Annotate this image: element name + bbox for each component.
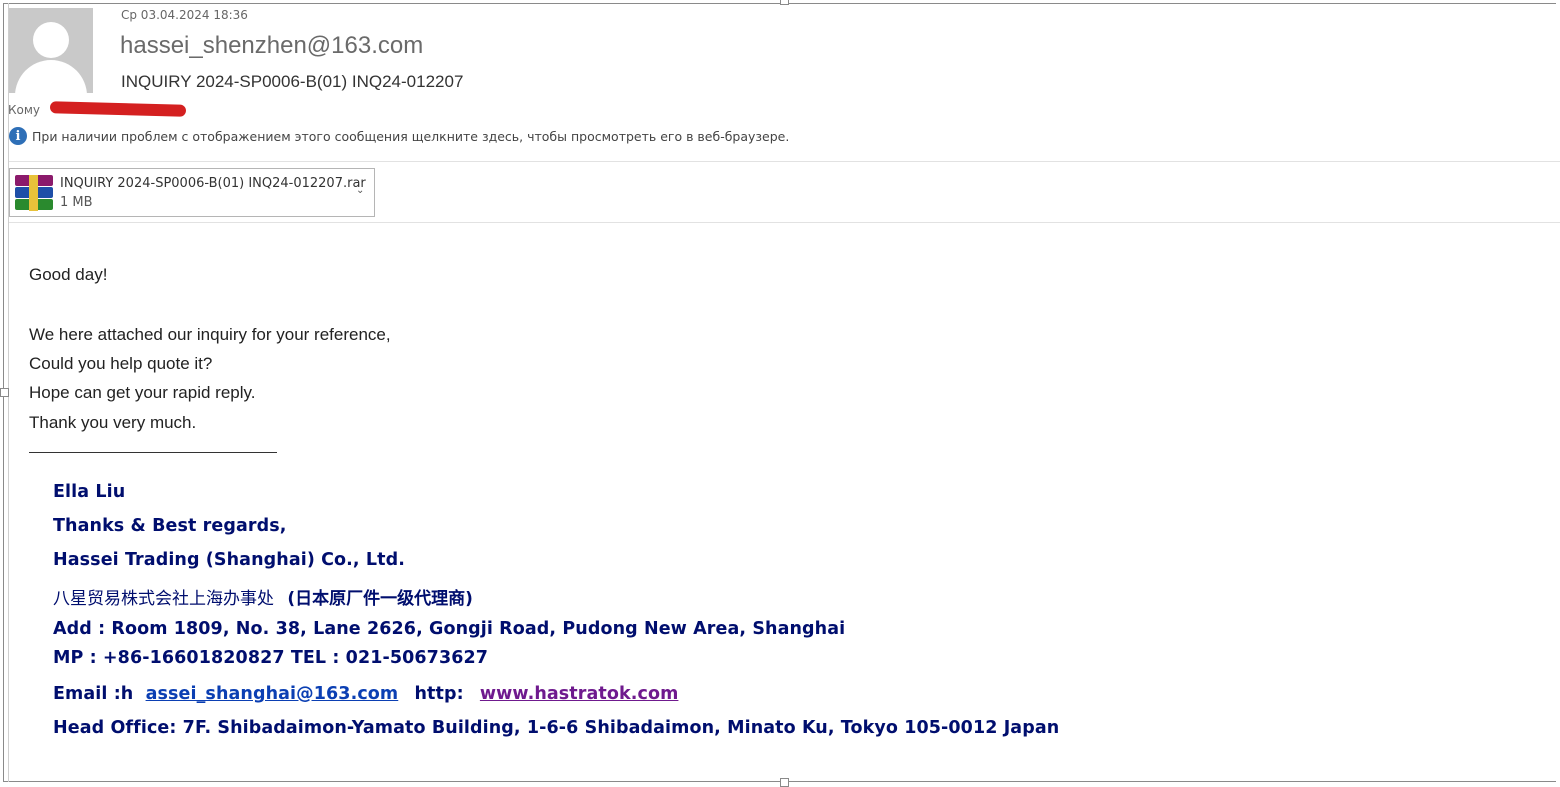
- message-greeting: Good day!: [29, 265, 108, 284]
- company-cn-name: 八星贸易株式会社上海办事处: [53, 589, 274, 609]
- http-label: http:: [414, 684, 464, 704]
- signature-contact-row: Email :h assei_shanghai@163.com http: ww…: [53, 684, 678, 704]
- info-icon: i: [9, 127, 27, 145]
- signature-divider: [29, 452, 277, 453]
- attachment-size: 1 MB: [60, 195, 93, 210]
- avatar-body: [15, 60, 87, 93]
- attachment-divider: [9, 222, 1560, 223]
- signature-head-office: Head Office: 7F. Shibadaimon-Yamato Buil…: [53, 718, 1060, 738]
- signature-regards: Thanks & Best regards,: [53, 516, 287, 536]
- sender-avatar: [9, 8, 93, 93]
- signature-company: Hassei Trading (Shanghai) Co., Ltd.: [53, 550, 405, 570]
- info-bar-text[interactable]: При наличии проблем с отображением этого…: [32, 129, 789, 144]
- to-label: Кому: [8, 103, 41, 117]
- message-line: Could you help quote it?: [29, 354, 213, 373]
- attachment-card[interactable]: INQUIRY 2024-SP0006-B(01) INQ24-012207.r…: [9, 168, 375, 217]
- sender-address[interactable]: hassei_shenzhen@163.com: [120, 32, 423, 60]
- message-line: Thank you very much.: [29, 413, 197, 432]
- header-divider: [9, 161, 1560, 162]
- resize-handle-left[interactable]: [0, 388, 9, 397]
- message-subject: INQUIRY 2024-SP0006-B(01) INQ24-012207: [121, 72, 464, 91]
- winrar-archive-icon: [15, 175, 53, 211]
- signature-company-cn: 八星贸易株式会社上海办事处 (日本原厂件一级代理商): [53, 584, 473, 609]
- email-label: Email :h: [53, 684, 134, 704]
- message-date: Ср 03.04.2024 18:36: [121, 8, 248, 22]
- signature-phones: MP : +86-16601820827 TEL : 021-50673627: [53, 648, 489, 668]
- avatar-head: [33, 22, 69, 58]
- info-bar[interactable]: i При наличии проблем с отображением это…: [9, 126, 789, 146]
- company-cn-note: (日本原厂件一级代理商): [287, 589, 473, 609]
- message-line: Hope can get your rapid reply.: [29, 383, 256, 402]
- website-link[interactable]: www.hastratok.com: [480, 684, 679, 704]
- signature-name: Ella Liu: [53, 482, 126, 502]
- chevron-down-icon[interactable]: ⌄: [356, 185, 364, 196]
- message-line: We here attached our inquiry for your re…: [29, 325, 391, 344]
- email-link[interactable]: assei_shanghai@163.com: [146, 684, 399, 704]
- signature-address: Add : Room 1809, No. 38, Lane 2626, Gong…: [53, 619, 846, 639]
- attachment-filename: INQUIRY 2024-SP0006-B(01) INQ24-012207.r…: [60, 176, 366, 191]
- resize-handle-top[interactable]: [780, 0, 789, 5]
